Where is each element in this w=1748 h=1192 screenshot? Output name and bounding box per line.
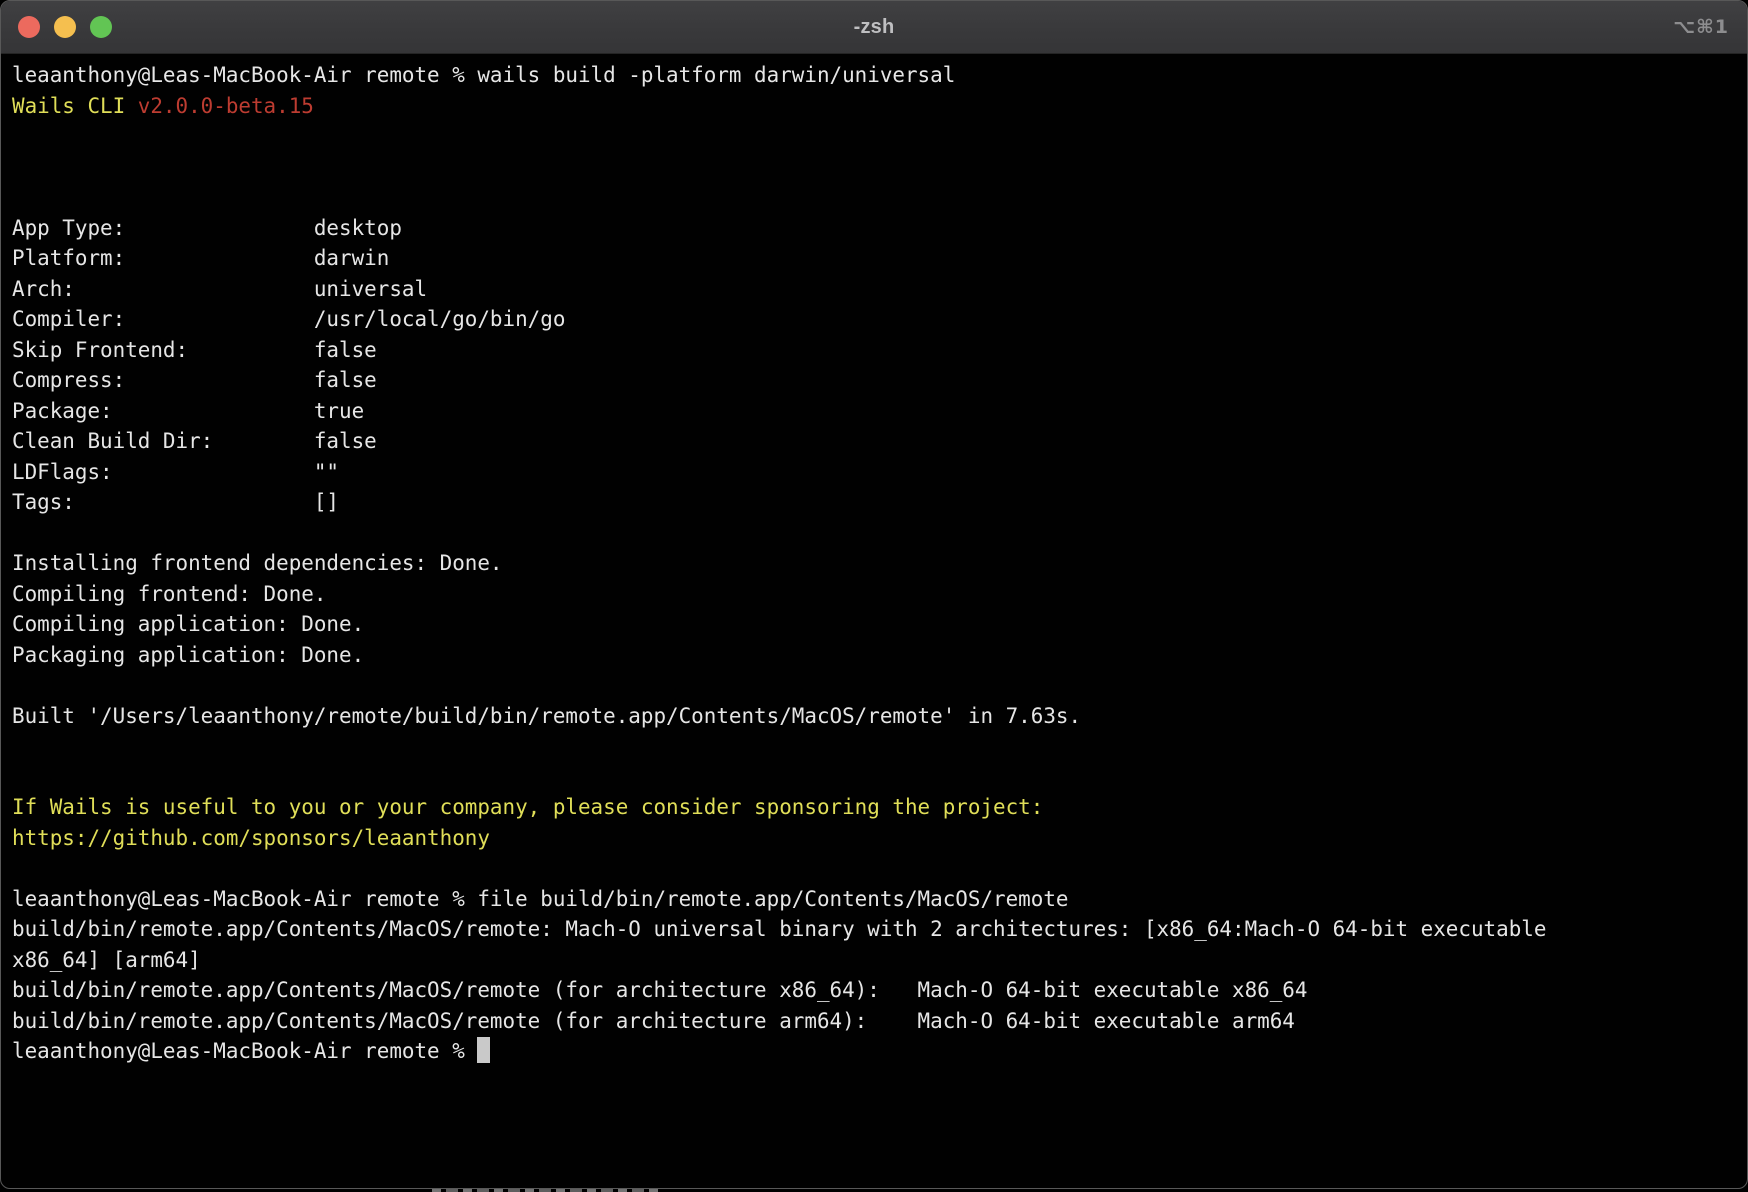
zoom-button[interactable] bbox=[90, 16, 112, 38]
terminal-line: build/bin/remote.app/Contents/MacOS/remo… bbox=[12, 975, 1737, 1006]
keyboard-shortcut-badge: ⌥⌘1 bbox=[1673, 1, 1729, 53]
terminal-line: leaanthony@Leas-MacBook-Air remote % bbox=[12, 1036, 1737, 1067]
terminal-line: leaanthony@Leas-MacBook-Air remote % fil… bbox=[12, 884, 1737, 915]
terminal-line: LDFlags: "" bbox=[12, 457, 1737, 488]
terminal-line: Compiling application: Done. bbox=[12, 609, 1737, 640]
terminal-line: Skip Frontend: false bbox=[12, 335, 1737, 366]
terminal-line: Compiling frontend: Done. bbox=[12, 579, 1737, 610]
terminal-line: x86_64] [arm64] bbox=[12, 945, 1737, 976]
terminal-line bbox=[12, 182, 1737, 213]
terminal-line: App Type: desktop bbox=[12, 213, 1737, 244]
traffic-lights bbox=[18, 1, 112, 53]
terminal-line: Built '/Users/leaanthony/remote/build/bi… bbox=[12, 701, 1737, 732]
terminal-line bbox=[12, 853, 1737, 884]
terminal-line bbox=[12, 731, 1737, 762]
terminal-line: Installing frontend dependencies: Done. bbox=[12, 548, 1737, 579]
terminal-line: Package: true bbox=[12, 396, 1737, 427]
terminal-line: Arch: universal bbox=[12, 274, 1737, 305]
terminal-line: Clean Build Dir: false bbox=[12, 426, 1737, 457]
terminal-cursor bbox=[477, 1037, 490, 1063]
terminal-line: Wails CLI v2.0.0-beta.15 bbox=[12, 91, 1737, 122]
terminal-line: Tags: [] bbox=[12, 487, 1737, 518]
terminal-line bbox=[12, 518, 1737, 549]
terminal-line bbox=[12, 762, 1737, 793]
minimize-button[interactable] bbox=[54, 16, 76, 38]
terminal-line: Packaging application: Done. bbox=[12, 640, 1737, 671]
terminal-line: If Wails is useful to you or your compan… bbox=[12, 792, 1737, 823]
terminal-line: build/bin/remote.app/Contents/MacOS/remo… bbox=[12, 1006, 1737, 1037]
terminal-window: -zsh ⌥⌘1 leaanthony@Leas-MacBook-Air rem… bbox=[0, 0, 1748, 1189]
terminal-line: build/bin/remote.app/Contents/MacOS/remo… bbox=[12, 914, 1737, 945]
terminal-line bbox=[12, 670, 1737, 701]
close-button[interactable] bbox=[18, 16, 40, 38]
terminal-line: leaanthony@Leas-MacBook-Air remote % wai… bbox=[12, 60, 1737, 91]
titlebar[interactable]: -zsh ⌥⌘1 bbox=[1, 1, 1747, 54]
terminal-line bbox=[12, 121, 1737, 152]
terminal-screen[interactable]: leaanthony@Leas-MacBook-Air remote % wai… bbox=[1, 54, 1747, 1067]
terminal-line: Compress: false bbox=[12, 365, 1737, 396]
window-title: -zsh bbox=[1, 16, 1747, 39]
terminal-line: https://github.com/sponsors/leaanthony bbox=[12, 823, 1737, 854]
terminal-line: Platform: darwin bbox=[12, 243, 1737, 274]
terminal-line: Compiler: /usr/local/go/bin/go bbox=[12, 304, 1737, 335]
terminal-line bbox=[12, 152, 1737, 183]
